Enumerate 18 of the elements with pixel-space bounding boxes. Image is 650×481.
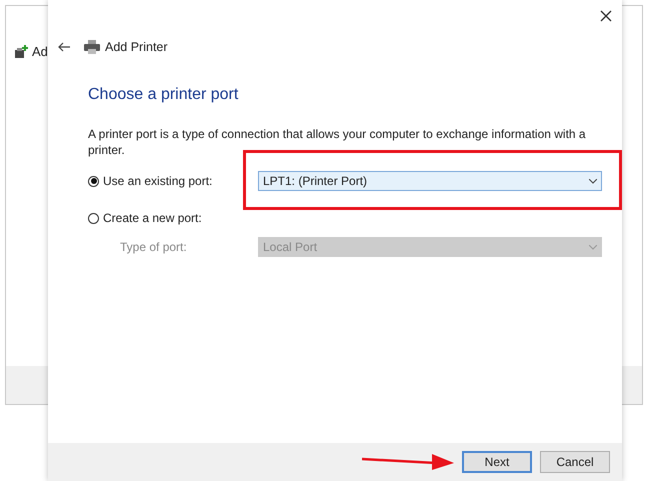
back-arrow-icon[interactable] [58, 42, 70, 52]
page-heading: Choose a printer port [88, 86, 240, 104]
printer-add-icon [14, 44, 28, 58]
port-type-label: Type of port: [119, 240, 188, 254]
radio-option[interactable]: Create a new port: [88, 211, 258, 225]
cancel-button[interactable]: Cancel [540, 451, 610, 473]
close-icon[interactable] [600, 10, 612, 22]
radio-button[interactable] [88, 176, 99, 186]
dialog-title: Add Printer [105, 40, 168, 54]
description-text: A printer port is a type of connection that allows your computer to exchange information with a printer. [88, 126, 587, 158]
radio-button[interactable] [88, 212, 99, 224]
printer-icon [84, 40, 100, 54]
radio-option[interactable]: Use an existing port: [88, 174, 258, 188]
port-dropdown[interactable]: LPT1: (Printer Port) [258, 171, 602, 191]
chevron-down-icon [589, 244, 597, 250]
next-button[interactable]: Next [462, 451, 532, 473]
chevron-down-icon [589, 178, 597, 184]
window-title: Ad [32, 44, 48, 59]
